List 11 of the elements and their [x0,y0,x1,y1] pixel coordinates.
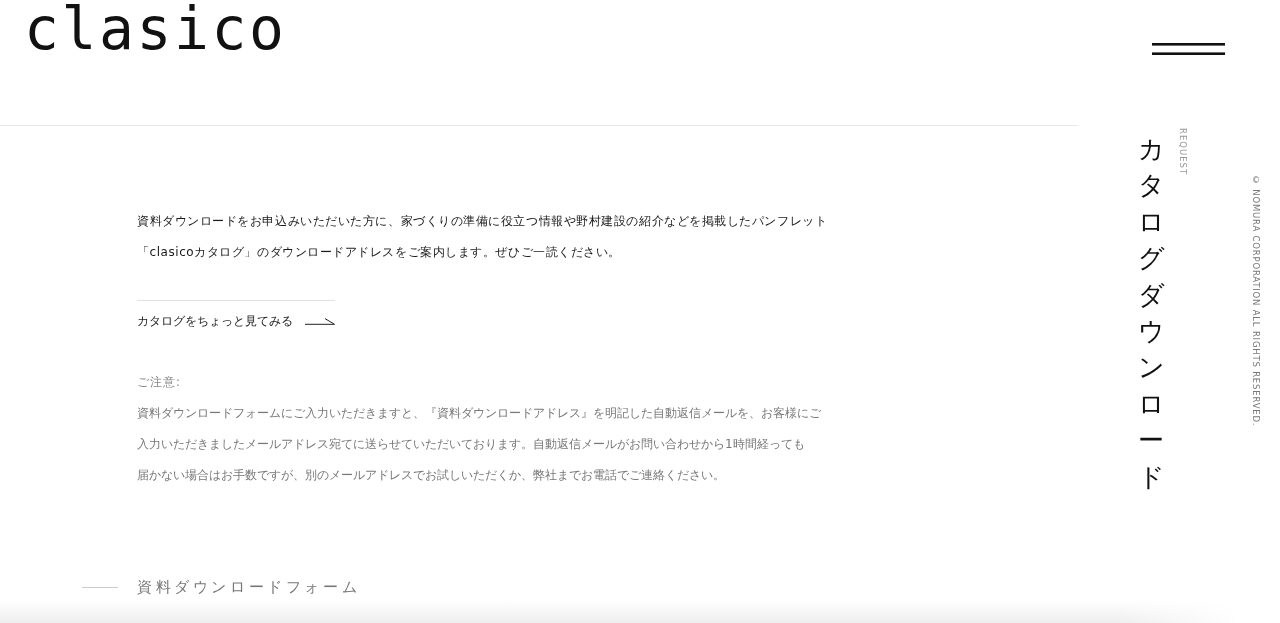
catalog-link[interactable]: カタログをちょっと見てみる [137,300,335,331]
page-label: REQUEST [1178,128,1188,176]
menu-icon [1152,43,1225,55]
copyright-text: © NOMURA CORPORATION ALL RIGHTS RESERVED. [1250,175,1261,427]
section-heading: 資料ダウンロードフォーム [137,577,361,598]
intro-paragraph: 資料ダウンロードをお申込みいただいた方に、家づくりの準備に役立つ情報や野村建設の紹介などを掲載したパンフレット 「clasicoカタログ」のダウンロードアドレスをご案内します。ぜひご一読ください。 [137,213,828,261]
site-logo[interactable]: clasico [24,0,287,58]
notice-heading: ご注意: [137,374,182,391]
menu-button[interactable] [1152,43,1225,55]
page-title: カタログダウンロード [1138,133,1164,494]
notice-paragraph: 資料ダウンロードフォームにご入力いただきますと、『資料ダウンロードアドレス』を明記した自動返信メールを、お客様にご 入力いただきましたメールアドレス宛てに送らせていただいております。自動返信メールがお問い合わせから1時間経っても 届かない場合はお手数ですが、別のメールアドレスでお試しいただくか、弊社までお電話でご連絡ください。 [137,405,821,484]
